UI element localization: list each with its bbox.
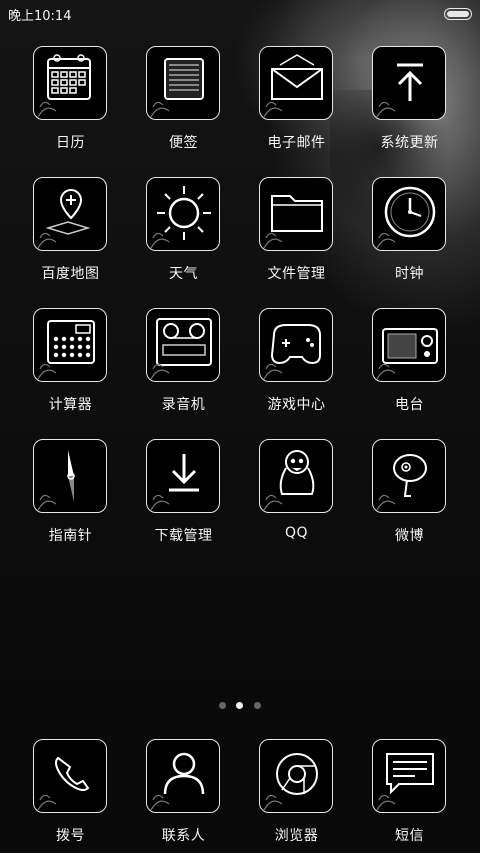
dock-app-dialer[interactable]: 拨号 <box>14 739 127 853</box>
app-baidu-map[interactable]: 百度地图 <box>14 177 127 308</box>
app-label: 指南针 <box>48 528 93 544</box>
phone-icon <box>33 739 107 813</box>
compass-icon <box>33 439 107 513</box>
page-dot[interactable] <box>219 702 226 709</box>
app-label: 游戏中心 <box>267 397 326 413</box>
app-label: 下载管理 <box>154 528 213 544</box>
app-qq[interactable]: QQ <box>240 439 353 570</box>
calculator-icon <box>33 308 107 382</box>
app-label: 短信 <box>395 828 424 844</box>
status-bar: 晚上10:14 <box>0 0 480 28</box>
home-screen: 晚上10:14 日历 便签 电子邮件 系统更新 百度地图 天气 文件管理 时钟 … <box>0 0 480 853</box>
gamepad-icon <box>259 308 333 382</box>
app-label: 日历 <box>56 135 85 151</box>
notes-icon <box>146 46 220 120</box>
contact-icon <box>146 739 220 813</box>
email-icon <box>259 46 333 120</box>
app-weibo[interactable]: 微博 <box>353 439 466 570</box>
app-label: 系统更新 <box>380 135 439 151</box>
app-weather[interactable]: 天气 <box>127 177 240 308</box>
dock-app-contacts[interactable]: 联系人 <box>127 739 240 853</box>
app-system-update[interactable]: 系统更新 <box>353 46 466 177</box>
app-radio[interactable]: 电台 <box>353 308 466 439</box>
map-pin-icon <box>33 177 107 251</box>
app-label: 拨号 <box>56 828 85 844</box>
status-time: 晚上10:14 <box>8 9 72 24</box>
app-label: 天气 <box>169 266 198 282</box>
radio-icon <box>372 308 446 382</box>
page-indicator[interactable] <box>215 702 265 710</box>
app-download-manager[interactable]: 下载管理 <box>127 439 240 570</box>
app-label: 百度地图 <box>41 266 100 282</box>
app-label: 联系人 <box>161 828 206 844</box>
page-dot-active[interactable] <box>236 702 243 709</box>
app-label: 浏览器 <box>274 828 319 844</box>
app-label: 电台 <box>395 397 424 413</box>
dock-app-messages[interactable]: 短信 <box>353 739 466 853</box>
app-compass[interactable]: 指南针 <box>14 439 127 570</box>
folder-icon <box>259 177 333 251</box>
tape-recorder-icon <box>146 308 220 382</box>
app-file-manager[interactable]: 文件管理 <box>240 177 353 308</box>
app-label: 时钟 <box>395 266 424 282</box>
dock-app-browser[interactable]: 浏览器 <box>240 739 353 853</box>
app-label: QQ <box>284 525 309 541</box>
app-email[interactable]: 电子邮件 <box>240 46 353 177</box>
app-label: 计算器 <box>48 397 93 413</box>
app-recorder[interactable]: 录音机 <box>127 308 240 439</box>
penguin-icon <box>259 439 333 513</box>
browser-icon <box>259 739 333 813</box>
app-label: 微博 <box>395 528 424 544</box>
app-calendar[interactable]: 日历 <box>14 46 127 177</box>
app-label: 录音机 <box>161 397 206 413</box>
message-icon <box>372 739 446 813</box>
update-arrow-icon <box>372 46 446 120</box>
page-dot[interactable] <box>254 702 261 709</box>
app-label: 电子邮件 <box>267 135 326 151</box>
app-clock[interactable]: 时钟 <box>353 177 466 308</box>
app-label: 文件管理 <box>267 266 326 282</box>
calendar-icon <box>33 46 107 120</box>
clock-icon <box>372 177 446 251</box>
battery-icon <box>444 8 472 20</box>
download-icon <box>146 439 220 513</box>
sun-icon <box>146 177 220 251</box>
app-notes[interactable]: 便签 <box>127 46 240 177</box>
app-calculator[interactable]: 计算器 <box>14 308 127 439</box>
app-label: 便签 <box>169 135 198 151</box>
weibo-icon <box>372 439 446 513</box>
app-game-center[interactable]: 游戏中心 <box>240 308 353 439</box>
